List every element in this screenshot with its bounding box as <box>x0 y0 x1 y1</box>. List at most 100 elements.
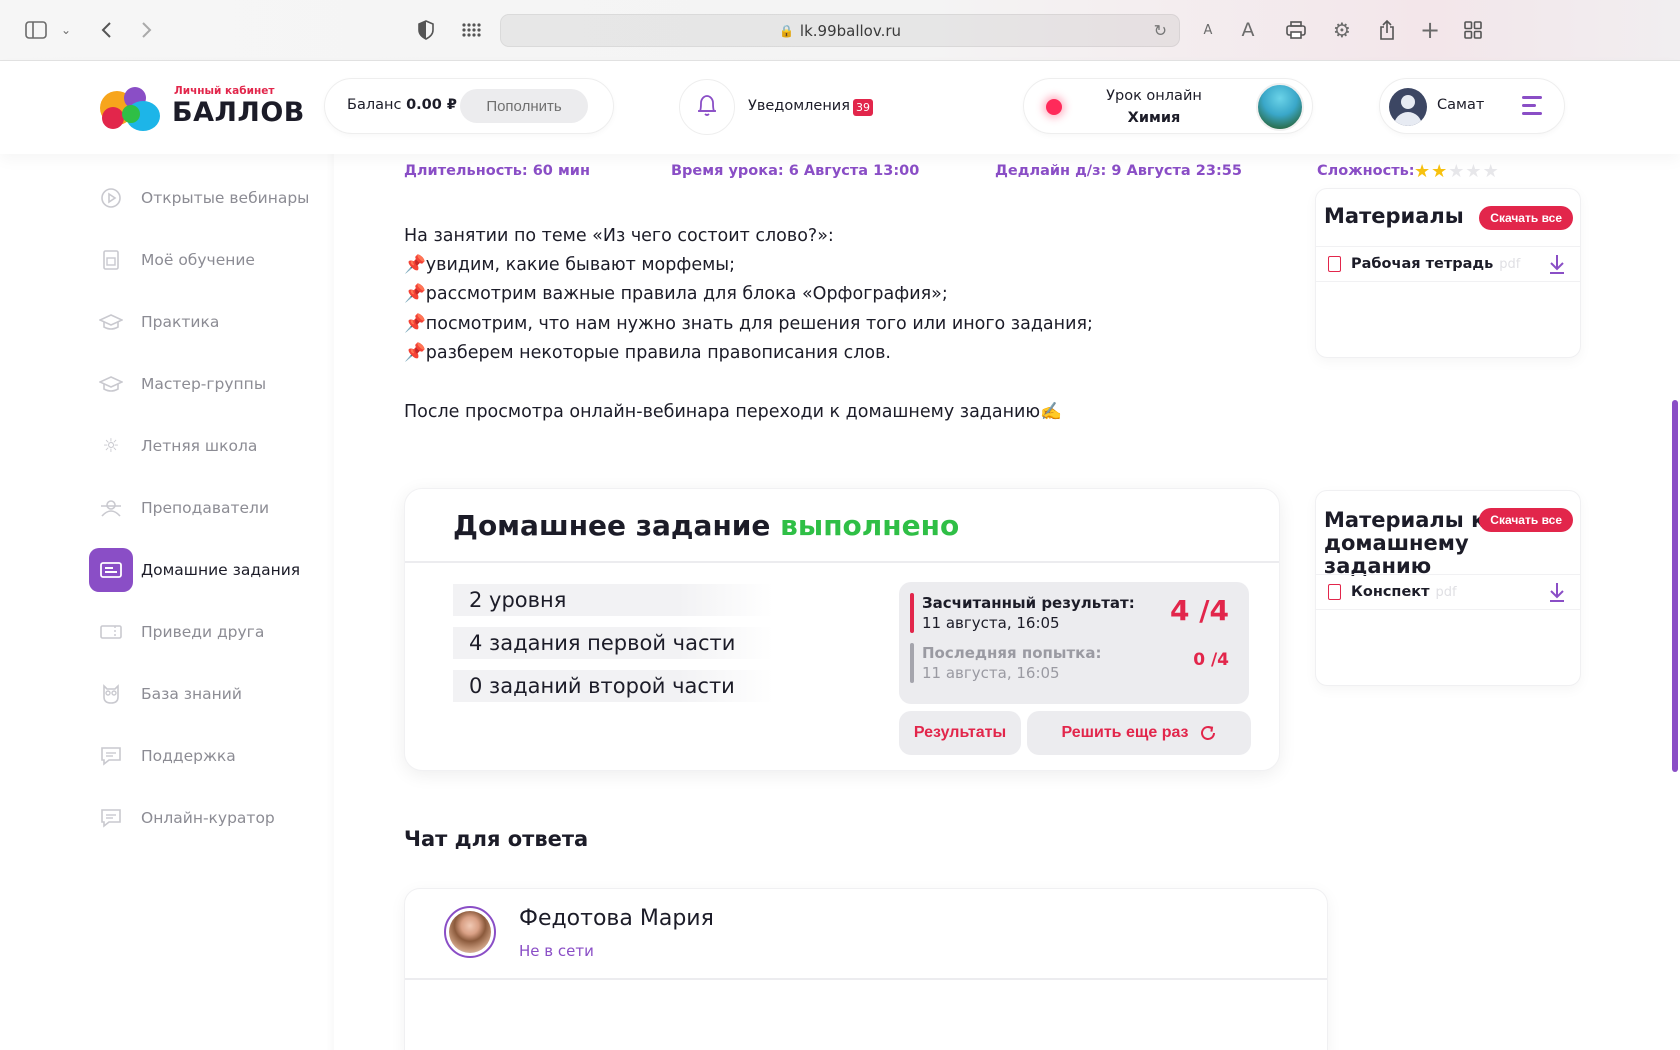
description-after: После просмотра онлайн-вебинара переходи… <box>404 402 1062 422</box>
description-intro: На занятии по теме «Из чего состоит слов… <box>404 226 834 246</box>
text-larger-button[interactable]: A <box>1234 16 1262 44</box>
sidebar-item-label: Поддержка <box>141 747 236 765</box>
retry-button[interactable]: Решить еще раз <box>1027 711 1251 755</box>
lesson-subject: Химия <box>1127 110 1181 126</box>
description-point: разберем некоторые правила правописания … <box>425 342 891 363</box>
sidebar-item-label: Моё обучение <box>141 251 255 269</box>
sidebar-item-label: Открытые вебинары <box>141 189 310 207</box>
tutor-name: Федотова Мария <box>519 906 714 931</box>
pin-icon: 📌 <box>404 342 426 363</box>
logo-title: БАЛЛОВ <box>172 97 305 128</box>
pin-icon: 📌 <box>404 313 426 334</box>
url-text: lk.99ballov.ru <box>799 21 902 40</box>
forward-icon[interactable] <box>133 16 161 44</box>
homework-stat-part2: 0 заданий второй части <box>453 670 773 702</box>
sidebar: Открытые вебинары Моё обучение Практика … <box>0 154 334 1050</box>
download-all-button[interactable]: Скачать все <box>1479 206 1573 230</box>
sidebar-item-label: Практика <box>141 313 220 331</box>
sidebar-item-master-groups[interactable]: Мастер-группы <box>89 362 324 406</box>
share-icon[interactable] <box>1373 16 1401 44</box>
refresh-icon <box>1199 724 1217 742</box>
sidebar-item-label: Летняя школа <box>141 437 258 455</box>
sidebar-item-homework[interactable]: Домашние задания <box>89 548 324 592</box>
notifications-button[interactable] <box>679 79 735 135</box>
lesson-time: Время урока: 6 Августа 13:00 <box>671 163 920 179</box>
teacher-icon <box>89 486 133 530</box>
balance-label: Баланс 0.00 ₽ <box>347 97 457 113</box>
star-empty-icon: ★ <box>1448 161 1466 182</box>
material-file-ext: pdf <box>1499 257 1521 272</box>
menu-icon[interactable] <box>1522 96 1544 116</box>
download-icon[interactable] <box>1546 253 1568 277</box>
sidebar-item-knowledge-base[interactable]: База знаний <box>89 672 324 716</box>
sidebar-item-label: Преподаватели <box>141 499 270 517</box>
counted-result-label: Засчитанный результат: <box>922 594 1135 612</box>
download-all-button[interactable]: Скачать все <box>1479 508 1573 532</box>
sidebar-item-label: Домашние задания <box>141 561 301 579</box>
material-file-row[interactable]: Конспект pdf <box>1316 574 1580 610</box>
tutor-avatar[interactable] <box>444 906 496 958</box>
sidebar-item-support[interactable]: Поддержка <box>89 734 324 778</box>
topup-button[interactable]: Пополнить <box>460 89 588 123</box>
gear-icon[interactable]: ⚙ <box>1328 16 1356 44</box>
material-file-row[interactable]: Рабочая тетрадь pdf <box>1316 246 1580 282</box>
user-pill[interactable]: Самат <box>1379 78 1565 134</box>
star-empty-icon: ★ <box>1465 161 1483 182</box>
back-icon[interactable] <box>92 16 120 44</box>
grid-dots-icon[interactable] <box>457 16 485 44</box>
materials-card: Материалы Скачать все Рабочая тетрадь pdf <box>1315 188 1581 358</box>
lesson-description: На занятии по теме «Из чего состоит слов… <box>404 222 1284 368</box>
new-tab-icon[interactable]: + <box>1416 16 1444 44</box>
page-scrollbar[interactable] <box>1672 400 1678 772</box>
sidebar-item-teachers[interactable]: Преподаватели <box>89 486 324 530</box>
sidebar-item-label: Приведи друга <box>141 623 265 641</box>
tabs-overview-icon[interactable] <box>1459 16 1487 44</box>
balance-value: 0.00 ₽ <box>406 97 457 113</box>
play-circle-icon <box>89 176 133 220</box>
sidebar-toggle-icon[interactable] <box>22 16 50 44</box>
notifications-count-badge: 39 <box>853 99 873 116</box>
lesson-online-pill[interactable]: Урок онлайн Химия <box>1023 78 1313 134</box>
notifications-label[interactable]: Уведомления <box>748 98 850 114</box>
text-smaller-button[interactable]: A <box>1194 16 1222 44</box>
homework-icon <box>89 548 133 592</box>
sidebar-item-invite-friend[interactable]: Приведи друга <box>89 610 324 654</box>
print-icon[interactable] <box>1282 16 1310 44</box>
homework-materials-card: Материалы к домашнему заданию Скачать вс… <box>1315 490 1581 686</box>
user-name: Самат <box>1437 97 1485 113</box>
owl-icon <box>89 672 133 716</box>
chat-icon <box>89 796 133 840</box>
divider <box>405 978 1327 980</box>
logo-subtitle: Личный кабинет <box>174 85 275 97</box>
sidebar-item-my-learning[interactable]: Моё обучение <box>89 238 324 282</box>
chevron-down-icon[interactable]: ⌄ <box>52 16 80 44</box>
sidebar-item-practice[interactable]: Практика <box>89 300 324 344</box>
homework-card: Домашнее задание выполнено 2 уровня 4 за… <box>404 488 1280 771</box>
sidebar-item-webinars[interactable]: Открытые вебинары <box>89 176 324 220</box>
logo[interactable]: Личный кабинет БАЛЛОВ <box>100 83 304 133</box>
divider <box>405 561 1279 563</box>
description-point: увидим, какие бывают морфемы; <box>425 255 736 276</box>
shield-icon[interactable] <box>412 16 440 44</box>
ticket-icon <box>89 610 133 654</box>
sidebar-item-label: Мастер-группы <box>141 375 267 393</box>
sidebar-item-online-curator[interactable]: Онлайн-куратор <box>89 796 324 840</box>
material-file-name: Рабочая тетрадь <box>1351 256 1494 272</box>
sun-icon: ☼ <box>102 435 120 457</box>
address-bar[interactable]: 🔒 lk.99ballov.ru ↻ <box>500 14 1180 47</box>
sidebar-item-summer-school[interactable]: ☼ Летняя школа <box>89 424 324 468</box>
lock-icon: 🔒 <box>778 23 794 38</box>
download-icon[interactable] <box>1546 581 1568 605</box>
difficulty-stars: ★★★★★ <box>1414 163 1500 181</box>
results-button[interactable]: Результаты <box>899 711 1021 755</box>
homework-title: Домашнее задание выполнено <box>453 509 960 542</box>
counted-result-date: 11 августа, 16:05 <box>922 614 1060 632</box>
star-empty-icon: ★ <box>1482 161 1500 182</box>
lesson-online-label: Урок онлайн <box>1106 88 1202 104</box>
reload-icon[interactable]: ↻ <box>1154 21 1167 40</box>
lesson-duration: Длительность: 60 мин <box>404 163 590 179</box>
last-attempt-score: 0 /4 <box>1193 650 1229 670</box>
app-header: Личный кабинет БАЛЛОВ Баланс 0.00 ₽ Попо… <box>0 61 1680 154</box>
tutor-status: Не в сети <box>519 942 594 960</box>
material-file-ext: pdf <box>1435 585 1457 600</box>
